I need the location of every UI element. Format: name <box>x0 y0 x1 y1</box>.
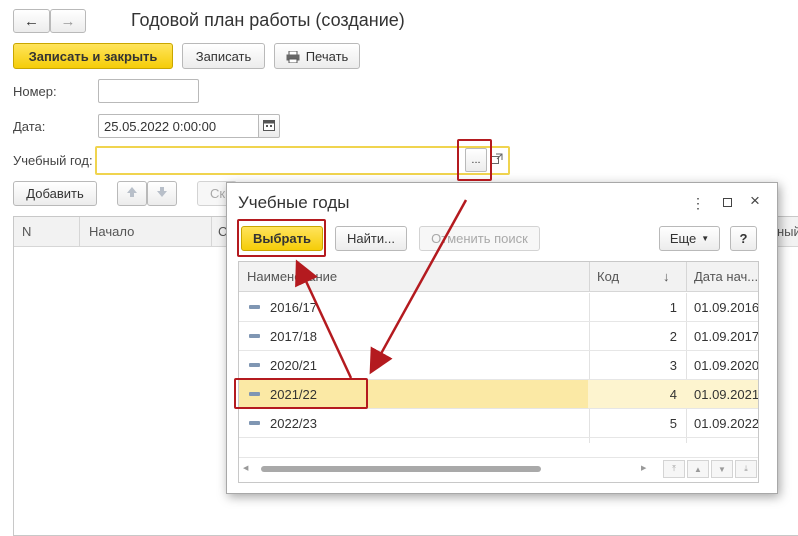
add-button[interactable]: Добавить <box>13 181 97 206</box>
cell-name: 2016/17 <box>270 300 317 315</box>
number-label: Номер: <box>13 84 57 99</box>
print-button-label: Печать <box>305 48 349 64</box>
cell-code: 5 <box>669 416 677 431</box>
date-label: Дата: <box>13 119 46 134</box>
caret-up-icon: ▲ <box>694 464 702 474</box>
annotation-box-select <box>237 219 326 257</box>
calendar-button[interactable] <box>258 114 280 138</box>
item-marker-icon <box>249 305 260 309</box>
more-vertical-icon[interactable]: ⋮ <box>691 195 705 212</box>
list-item[interactable]: 2020/21 3 01.09.2020 <box>239 351 758 380</box>
close-icon[interactable]: × <box>750 191 760 211</box>
cell-code: 3 <box>669 358 677 373</box>
arrow-right-icon: → <box>60 12 76 30</box>
date-field[interactable]: 25.05.2022 0:00:00 <box>98 114 260 138</box>
chevron-down-icon: ▼ <box>701 234 710 243</box>
cell-start-date: 01.09.2021 <box>694 387 759 402</box>
partial-button-label: Ск <box>210 186 226 201</box>
help-button[interactable]: ? <box>730 226 757 251</box>
open-icon[interactable] <box>491 153 503 165</box>
cancel-search-button[interactable]: Отменить поиск <box>419 226 540 251</box>
list-item[interactable]: 2022/23 5 01.09.2022 <box>239 409 758 438</box>
cell-start-date: 01.09.2020 <box>694 358 759 373</box>
column-header-right-partial[interactable]: ный <box>777 224 798 239</box>
school-year-label: Учебный год: <box>13 153 93 168</box>
annotation-box-choose <box>457 139 492 181</box>
maximize-icon[interactable] <box>723 198 732 207</box>
calendar-icon <box>263 119 275 134</box>
move-down-button[interactable] <box>147 181 177 206</box>
column-header-name[interactable]: Наименование <box>247 269 337 284</box>
school-years-rows: 2016/17 1 01.09.2016 2017/18 2 01.09.2017 2020… <box>239 293 759 443</box>
scroll-to-top-button[interactable]: ⤒ <box>663 460 685 478</box>
scroll-right-icon[interactable]: ▶ <box>641 464 646 472</box>
item-marker-icon <box>249 334 260 338</box>
arrow-down-icon <box>156 186 168 201</box>
caret-down-icon: ▼ <box>718 464 726 474</box>
save-and-close-button[interactable]: Записать и закрыть <box>13 43 173 69</box>
cell-code: 1 <box>669 300 677 315</box>
cell-name: 2017/18 <box>270 329 317 344</box>
more-button-label: Еще <box>669 231 697 246</box>
scroll-left-icon[interactable]: ◀ <box>243 464 248 472</box>
forward-button[interactable]: → <box>50 9 86 33</box>
number-field[interactable] <box>98 79 199 103</box>
column-header-n[interactable]: N <box>22 224 31 239</box>
move-up-button[interactable] <box>117 181 147 206</box>
last-page-icon: ⤓ <box>744 464 748 473</box>
school-years-table[interactable]: Наименование Код ↓ Дата нач... 2016/17 1 0… <box>238 261 759 483</box>
arrow-up-icon <box>126 186 138 201</box>
column-header-code[interactable]: Код <box>597 269 619 284</box>
cell-start-date: 01.09.2022 <box>694 416 759 431</box>
scrollbar-thumb[interactable] <box>261 466 541 472</box>
page-title: Годовой план работы (создание) <box>131 10 405 30</box>
scroll-up-button[interactable]: ▲ <box>687 460 709 478</box>
sort-down-icon[interactable]: ↓ <box>663 269 670 284</box>
item-marker-icon <box>249 421 260 425</box>
column-header-start-date[interactable]: Дата нач... <box>694 269 758 284</box>
cell-name: 2020/21 <box>270 358 317 373</box>
school-years-table-header: Наименование Код ↓ Дата нач... <box>239 262 758 292</box>
item-marker-icon <box>249 363 260 367</box>
find-button[interactable]: Найти... <box>335 226 407 251</box>
cell-start-date: 01.09.2017 <box>694 329 759 344</box>
list-item[interactable]: 2017/18 2 01.09.2017 <box>239 322 758 351</box>
school-year-field[interactable] <box>95 146 510 175</box>
arrow-left-icon: ← <box>24 12 39 30</box>
printer-icon <box>286 50 300 63</box>
first-page-icon: ⤒ <box>672 464 676 473</box>
scroll-to-bottom-button[interactable]: ⤓ <box>735 460 757 478</box>
list-item[interactable]: 2016/17 1 01.09.2016 <box>239 293 758 322</box>
cell-code: 4 <box>669 387 677 402</box>
save-button[interactable]: Записать <box>182 43 265 69</box>
column-header-start[interactable]: Начало <box>89 224 134 239</box>
annotation-box-row <box>234 378 368 409</box>
cell-start-date: 01.09.2016 <box>694 300 759 315</box>
scroll-down-button[interactable]: ▼ <box>711 460 733 478</box>
cell-name: 2022/23 <box>270 416 317 431</box>
more-button[interactable]: Еще ▼ <box>659 226 720 251</box>
back-button[interactable]: ← <box>13 9 50 33</box>
cell-code: 2 <box>669 329 677 344</box>
dialog-title: Учебные годы <box>238 193 350 212</box>
print-button[interactable]: Печать <box>274 43 360 69</box>
